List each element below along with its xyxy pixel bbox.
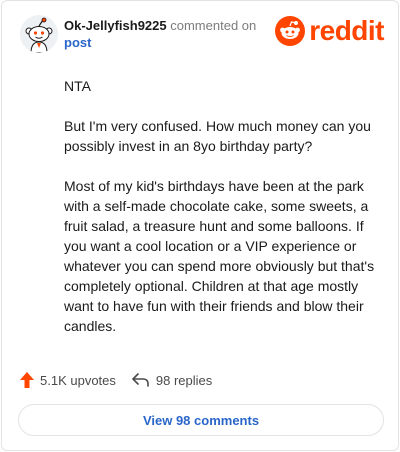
replies-button[interactable]: 98 replies xyxy=(132,373,212,388)
comment-paragraph: But I'm very confused. How much money ca… xyxy=(64,118,371,154)
reddit-snoo-icon xyxy=(275,16,306,46)
comment-body: NTA But I'm very confused. How much mone… xyxy=(64,76,384,356)
comment-paragraph: NTA xyxy=(64,78,91,94)
comment-actions: 5.1K upvotes 98 replies xyxy=(20,369,212,391)
username[interactable]: Ok-Jellyfish9225 xyxy=(64,18,167,33)
avatar[interactable] xyxy=(20,15,58,53)
comment-card: Ok-Jellyfish9225 commented on post reddi… xyxy=(1,0,399,451)
commented-on-label: commented on xyxy=(170,18,257,33)
reddit-wordmark: reddit xyxy=(309,15,384,46)
reply-count: 98 replies xyxy=(155,372,213,388)
view-comments-button[interactable]: View 98 comments xyxy=(18,404,384,436)
reply-arrow-icon xyxy=(132,373,149,387)
upvote-count: 5.1K upvotes xyxy=(40,372,116,388)
post-link[interactable]: post xyxy=(64,34,256,51)
comment-header: Ok-Jellyfish9225 commented on post reddi… xyxy=(20,15,384,55)
snoo-avatar-icon xyxy=(20,15,58,53)
reddit-logo[interactable]: reddit xyxy=(275,16,384,46)
upvote-arrow-icon xyxy=(20,372,34,388)
upvote-button[interactable]: 5.1K upvotes xyxy=(20,372,116,388)
comment-meta: Ok-Jellyfish9225 commented on post xyxy=(64,17,256,51)
comment-paragraph: Most of my kid's birthdays have been at … xyxy=(64,178,375,334)
